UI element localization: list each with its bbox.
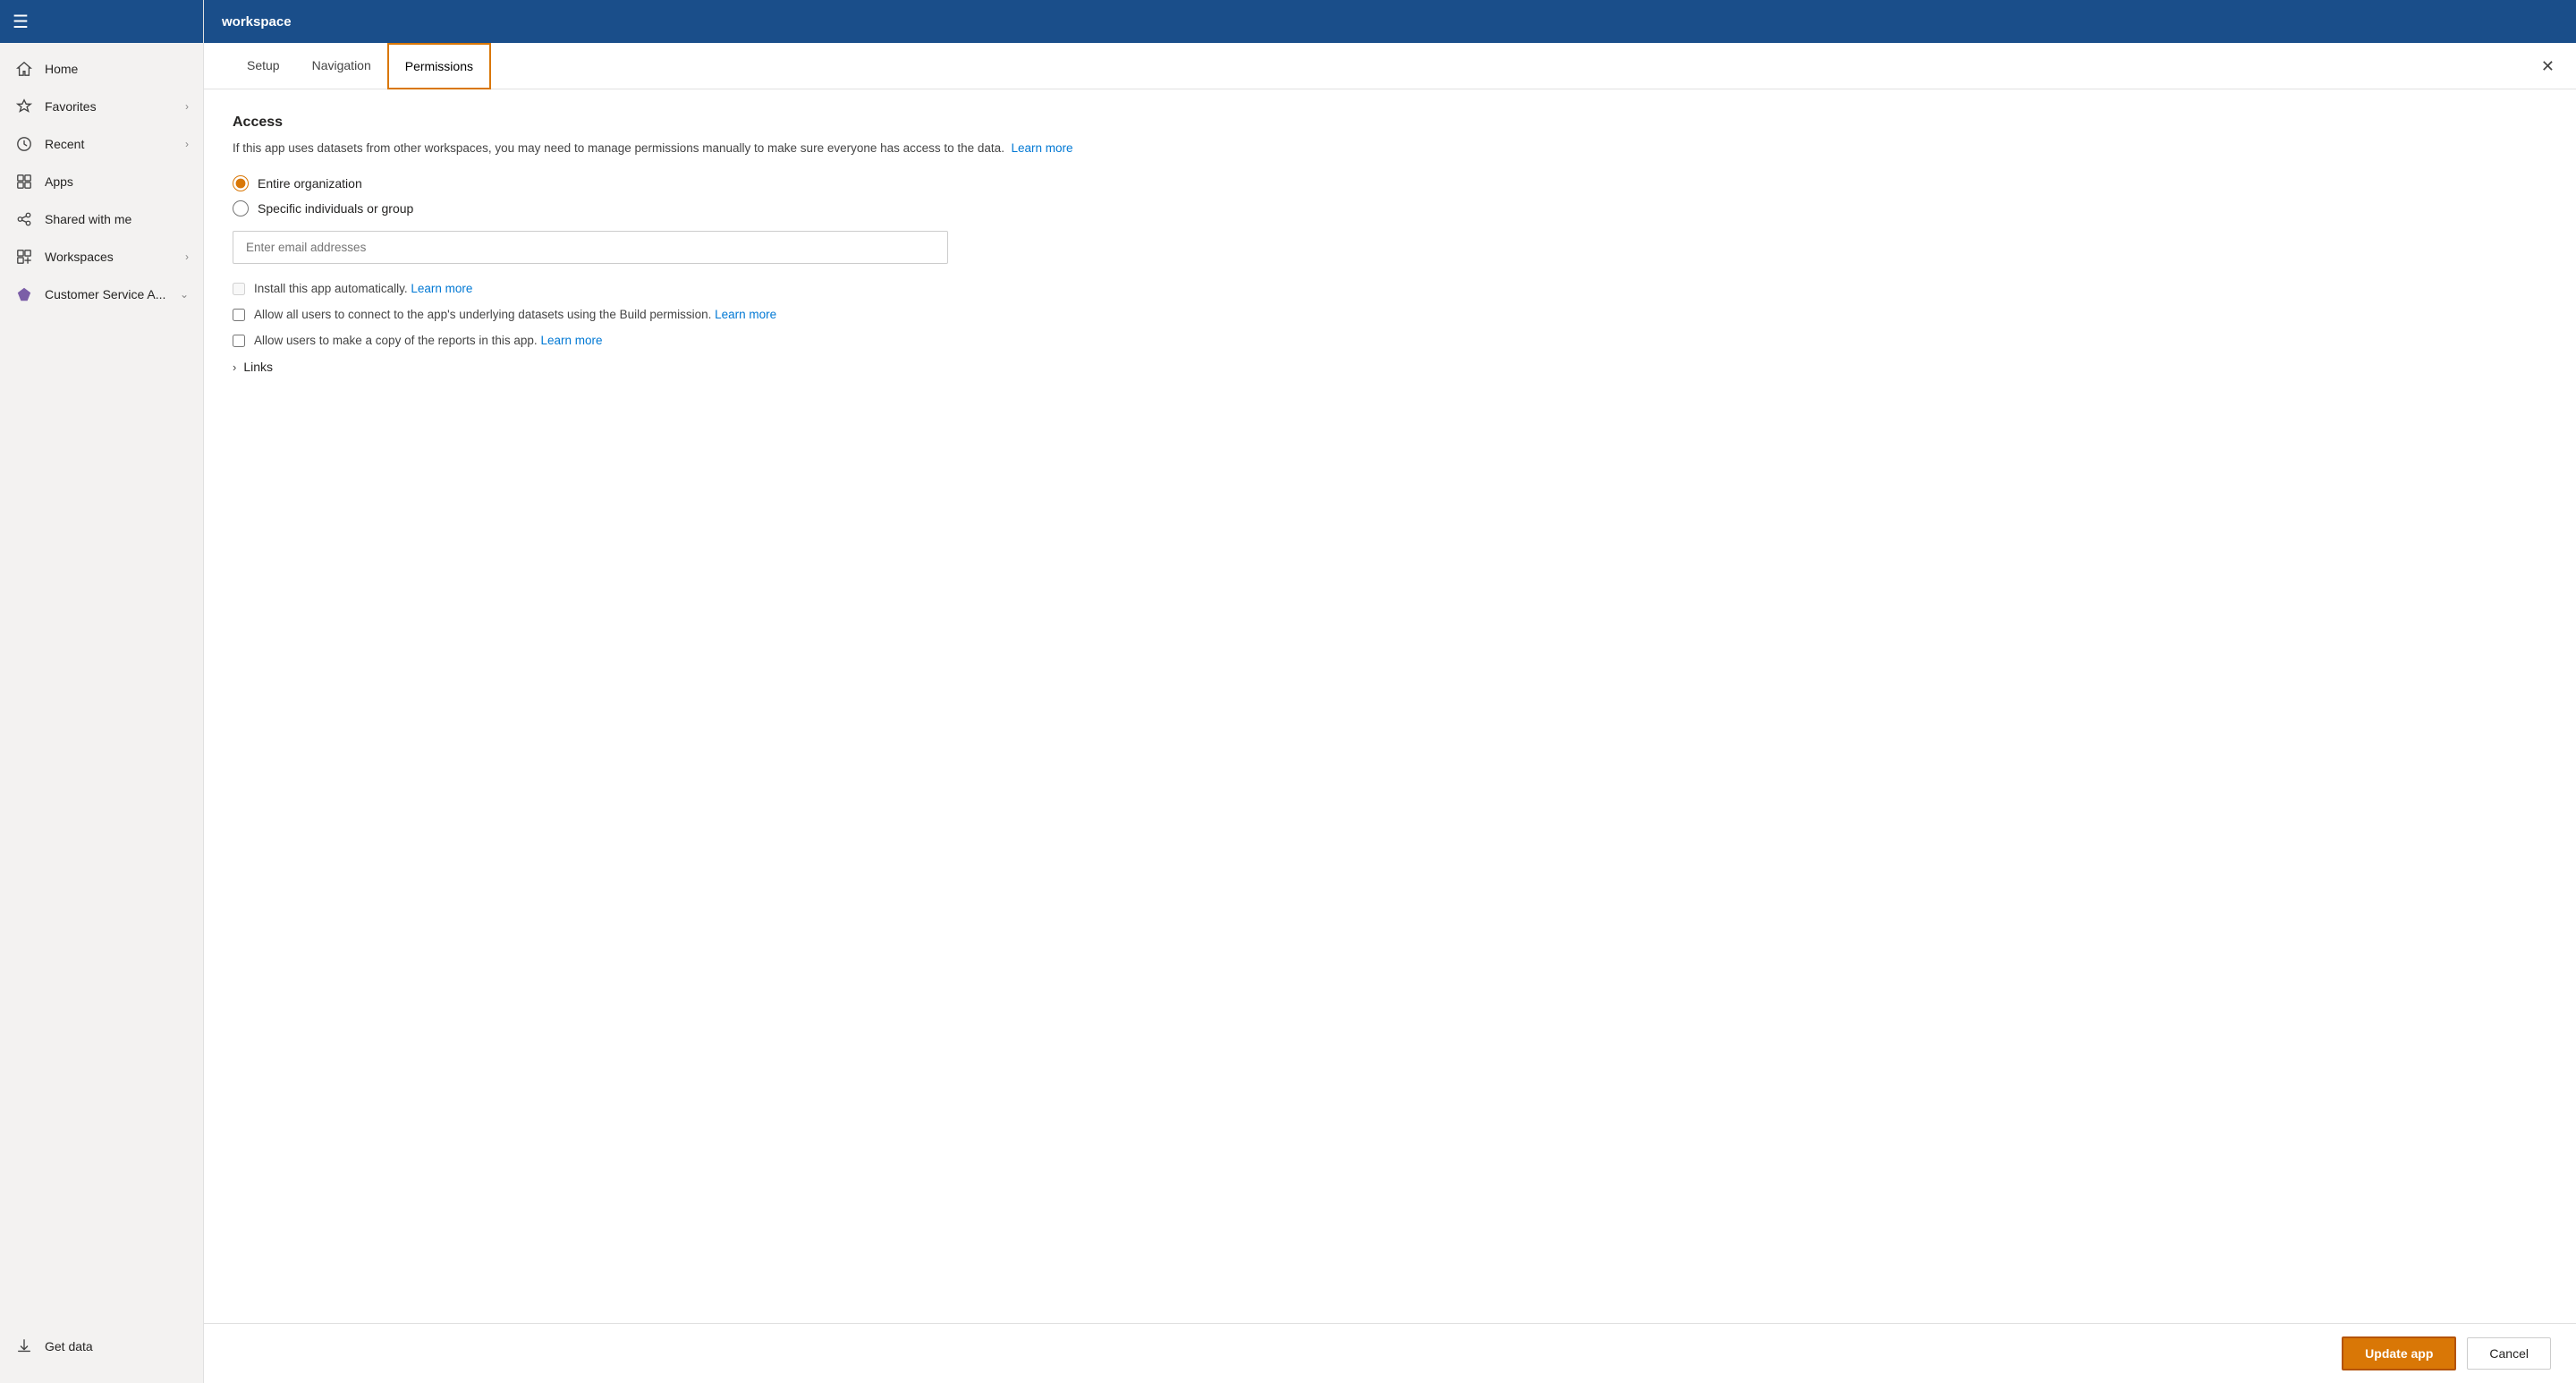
hamburger-icon[interactable]: ☰ xyxy=(13,11,29,33)
get-data-icon xyxy=(14,1336,34,1356)
learn-more-link-build[interactable]: Learn more xyxy=(715,308,776,321)
footer-bar: Update app Cancel xyxy=(204,1323,2576,1383)
sidebar-item-label-home: Home xyxy=(45,62,78,76)
section-title-access: Access xyxy=(233,115,2547,131)
close-button[interactable]: ✕ xyxy=(2541,58,2555,74)
access-description: If this app uses datasets from other wor… xyxy=(233,140,2547,157)
cancel-button[interactable]: Cancel xyxy=(2467,1337,2551,1370)
update-app-button[interactable]: Update app xyxy=(2342,1336,2456,1370)
clock-icon xyxy=(14,134,34,154)
radio-entire-org-label: Entire organization xyxy=(258,176,362,191)
sidebar-item-shared-with-me[interactable]: Shared with me xyxy=(0,200,203,238)
checkbox-allow-build-label: Allow all users to connect to the app's … xyxy=(254,308,711,321)
sidebar-item-home[interactable]: Home xyxy=(0,50,203,88)
sidebar-item-label-shared: Shared with me xyxy=(45,212,131,226)
tabs-bar: Setup Navigation Permissions ✕ xyxy=(204,43,2576,89)
links-section[interactable]: › Links xyxy=(233,360,2547,374)
sidebar-item-label-workspaces: Workspaces xyxy=(45,250,114,264)
radio-entire-org[interactable]: Entire organization xyxy=(233,175,2547,191)
radio-group-access: Entire organization Specific individuals… xyxy=(233,175,2547,216)
tab-permissions[interactable]: Permissions xyxy=(387,43,491,89)
sidebar-item-label-apps: Apps xyxy=(45,174,73,189)
checkbox-install-auto-label: Install this app automatically. xyxy=(254,282,408,295)
top-bar: workspace xyxy=(204,0,2576,43)
sidebar-item-label-get-data: Get data xyxy=(45,1339,93,1353)
chevron-right-icon-workspaces: › xyxy=(185,250,189,263)
checkbox-allow-build-input[interactable] xyxy=(233,309,245,321)
sidebar-bottom: Get data xyxy=(0,1319,203,1383)
email-input[interactable] xyxy=(233,231,948,264)
learn-more-link-access[interactable]: Learn more xyxy=(1011,141,1072,155)
tab-setup[interactable]: Setup xyxy=(231,44,296,89)
checkbox-allow-build: Allow all users to connect to the app's … xyxy=(233,308,2547,321)
checkbox-allow-copy-input[interactable] xyxy=(233,335,245,347)
sidebar-item-customer-service[interactable]: Customer Service A... ⌄ xyxy=(0,276,203,313)
star-icon xyxy=(14,97,34,116)
home-icon xyxy=(14,59,34,79)
sidebar-top-bar: ☰ xyxy=(0,0,203,43)
sidebar: ☰ Home Favorites › xyxy=(0,0,204,1383)
chevron-down-icon-customer: ⌄ xyxy=(180,288,189,301)
workspaces-icon xyxy=(14,247,34,267)
radio-specific-individuals[interactable]: Specific individuals or group xyxy=(233,200,2547,216)
chevron-right-icon-recent: › xyxy=(185,138,189,150)
chevron-right-icon: › xyxy=(185,100,189,113)
sidebar-item-workspaces[interactable]: Workspaces › xyxy=(0,238,203,276)
sidebar-item-apps[interactable]: Apps xyxy=(0,163,203,200)
sidebar-item-label-customer: Customer Service A... xyxy=(45,287,165,301)
sidebar-item-favorites[interactable]: Favorites › xyxy=(0,88,203,125)
apps-icon xyxy=(14,172,34,191)
checkbox-allow-copy: Allow users to make a copy of the report… xyxy=(233,334,2547,347)
sidebar-item-label-recent: Recent xyxy=(45,137,84,151)
checkbox-install-auto: Install this app automatically. Learn mo… xyxy=(233,282,2547,295)
app-title: workspace xyxy=(222,14,292,30)
links-section-label: Links xyxy=(243,360,273,374)
checkbox-install-auto-input[interactable] xyxy=(233,283,245,295)
checkbox-allow-copy-label: Allow users to make a copy of the report… xyxy=(254,334,538,347)
purple-gem-icon xyxy=(14,284,34,304)
learn-more-link-install[interactable]: Learn more xyxy=(411,282,472,295)
tab-navigation[interactable]: Navigation xyxy=(296,44,387,89)
radio-entire-org-input[interactable] xyxy=(233,175,249,191)
sidebar-item-label-favorites: Favorites xyxy=(45,99,97,114)
sidebar-nav: Home Favorites › Recent › xyxy=(0,43,203,1319)
sidebar-item-get-data[interactable]: Get data xyxy=(14,1328,189,1365)
main-area: workspace Setup Navigation Permissions ✕… xyxy=(204,0,2576,1383)
radio-specific-individuals-label: Specific individuals or group xyxy=(258,201,413,216)
chevron-right-links-icon: › xyxy=(233,361,236,374)
learn-more-link-copy[interactable]: Learn more xyxy=(540,334,602,347)
content-area: Setup Navigation Permissions ✕ Access If… xyxy=(204,43,2576,1383)
permissions-content: Access If this app uses datasets from ot… xyxy=(204,89,2576,399)
radio-specific-individuals-input[interactable] xyxy=(233,200,249,216)
sidebar-item-recent[interactable]: Recent › xyxy=(0,125,203,163)
share-icon xyxy=(14,209,34,229)
